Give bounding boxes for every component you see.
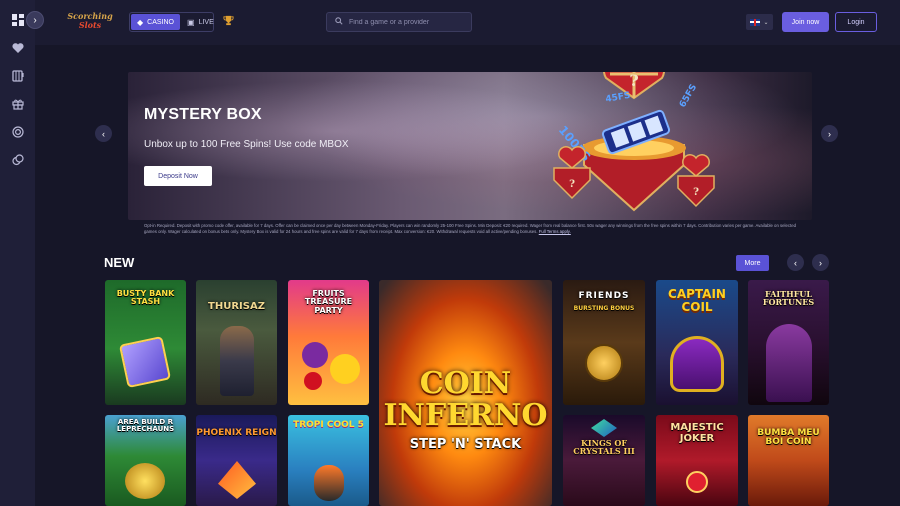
- tab-casino[interactable]: ◆ CASINO: [131, 14, 180, 30]
- tab-live[interactable]: ▣ LIVE: [181, 13, 220, 31]
- game-title: TROPI COOL 5: [293, 420, 364, 430]
- games-prev-button[interactable]: ‹: [787, 254, 804, 271]
- slots-icon[interactable]: [0, 62, 35, 90]
- game-subtitle: BURSTING BONUS: [573, 305, 635, 312]
- game-tile[interactable]: AREA BUILD R LEPRECHAUNS: [105, 415, 186, 506]
- heart-icon[interactable]: [0, 34, 35, 62]
- toucan-art: [314, 465, 344, 501]
- promo-banner: MYSTERY BOX Unbox up to 100 Free Spins! …: [128, 72, 812, 220]
- language-selector[interactable]: ⌄: [746, 14, 773, 30]
- game-tile[interactable]: PHOENIX REIGN: [196, 415, 277, 506]
- game-title: FRIENDS: [578, 291, 630, 301]
- game-tile-featured[interactable]: COIN INFERNO STEP 'N' STACK: [379, 280, 552, 506]
- game-title: KINGS OF CRYSTALS III: [573, 438, 635, 457]
- svg-text:?: ?: [629, 72, 638, 90]
- phoenix-art: [218, 461, 256, 499]
- chevron-right-icon: ›: [828, 128, 831, 139]
- chevron-down-icon: ⌄: [763, 19, 769, 26]
- game-title: MAJESTIC JOKER: [670, 422, 724, 444]
- game-subtitle: STEP 'N' STACK: [409, 437, 522, 452]
- banner-next-button[interactable]: ›: [821, 125, 838, 142]
- hooded-figure-art: [766, 324, 812, 402]
- top-header: Scorching Slots ◆ CASINO ▣ LIVE ⌄ Join n…: [35, 0, 900, 45]
- svg-text:?: ?: [693, 187, 699, 198]
- games-next-button[interactable]: ›: [812, 254, 829, 271]
- game-title: PHOENIX REIGN: [196, 428, 277, 438]
- game-title: FRUITS TREASURE PARTY: [304, 289, 353, 315]
- snake-art: [670, 336, 724, 392]
- game-tile[interactable]: CAPTAIN COIL: [656, 280, 738, 405]
- game-title: BUSTY BANK STASH: [116, 289, 175, 307]
- terms-text: Opt-in Required. Deposit with promo code…: [144, 223, 797, 234]
- game-title: FAITHFUL FORTUNES: [762, 289, 815, 308]
- trophy-icon[interactable]: [223, 15, 234, 29]
- tab-live-label: LIVE: [198, 18, 214, 26]
- search-icon: [335, 17, 343, 27]
- deposit-now-button[interactable]: Deposit Now: [144, 166, 212, 186]
- live-cards-icon: ▣: [187, 17, 195, 27]
- game-title: AREA BUILD R LEPRECHAUNS: [116, 418, 175, 434]
- svg-text:65FS: 65FS: [678, 83, 699, 110]
- coin-art: [585, 344, 623, 382]
- wallet-art: [118, 335, 172, 389]
- logo[interactable]: Scorching Slots: [65, 12, 115, 34]
- chevron-right-icon: ›: [33, 14, 37, 26]
- game-tile[interactable]: BUSTY BANK STASH: [105, 280, 186, 405]
- login-button[interactable]: Login: [835, 12, 877, 32]
- game-title: COIN INFERNO: [383, 366, 548, 433]
- cherry-art: [686, 471, 708, 493]
- svg-text:?: ?: [569, 179, 575, 190]
- game-tile[interactable]: BUMBA MEU BOI COIN: [748, 415, 829, 506]
- section-title: NEW: [104, 255, 135, 270]
- full-terms-link[interactable]: Full Terms apply.: [539, 229, 571, 234]
- chevron-right-icon: ›: [819, 257, 822, 268]
- chips-icon[interactable]: [0, 146, 35, 174]
- game-title: THURISAZ: [208, 301, 265, 312]
- banner-terms: Opt-in Required. Deposit with promo code…: [144, 223, 798, 234]
- game-tile[interactable]: FRIENDS BURSTING BONUS: [563, 280, 645, 405]
- chevron-left-icon: ‹: [794, 257, 797, 268]
- search-input[interactable]: [349, 18, 459, 26]
- game-tile[interactable]: FRUITS TREASURE PARTY: [288, 280, 369, 405]
- banner-title: MYSTERY BOX: [144, 106, 262, 123]
- warrior-art: [220, 326, 254, 396]
- more-button[interactable]: More: [736, 255, 769, 271]
- game-tile[interactable]: FAITHFUL FORTUNES: [748, 280, 829, 405]
- target-icon[interactable]: [0, 118, 35, 146]
- casino-chip-icon: ◆: [137, 17, 144, 27]
- banner-prev-button[interactable]: ‹: [95, 125, 112, 142]
- sidebar-expand-button[interactable]: ›: [26, 11, 44, 29]
- crystal-art: [591, 419, 617, 437]
- grapes-art: [302, 342, 328, 368]
- gift-icon[interactable]: [0, 90, 35, 118]
- product-tabs: ◆ CASINO ▣ LIVE: [129, 12, 214, 32]
- chevron-left-icon: ‹: [102, 128, 105, 139]
- game-tile[interactable]: TROPI COOL 5: [288, 415, 369, 506]
- game-tile[interactable]: MAJESTIC JOKER: [656, 415, 738, 506]
- tab-casino-label: CASINO: [147, 18, 174, 26]
- gold-pot-art: [125, 463, 165, 499]
- game-tile[interactable]: KINGS OF CRYSTALS III: [563, 415, 645, 506]
- svg-text:45FS: 45FS: [605, 91, 632, 105]
- game-title: CAPTAIN COIL: [668, 287, 726, 314]
- logo-line-2: Slots: [78, 20, 102, 30]
- banner-subtitle: Unbox up to 100 Free Spins! Use code MBO…: [144, 139, 349, 150]
- game-title: BUMBA MEU BOI COIN: [757, 428, 820, 448]
- lemon-art: [330, 354, 360, 384]
- join-now-button[interactable]: Join now: [782, 12, 829, 32]
- search-bar[interactable]: [326, 12, 472, 32]
- mystery-box-image: ? 100FS 45FS 65FS ? ?: [553, 72, 715, 212]
- cherry-art: [304, 372, 322, 390]
- game-tile[interactable]: THURISAZ: [196, 280, 277, 405]
- sidebar: [0, 0, 35, 506]
- uk-flag-icon: [750, 18, 761, 26]
